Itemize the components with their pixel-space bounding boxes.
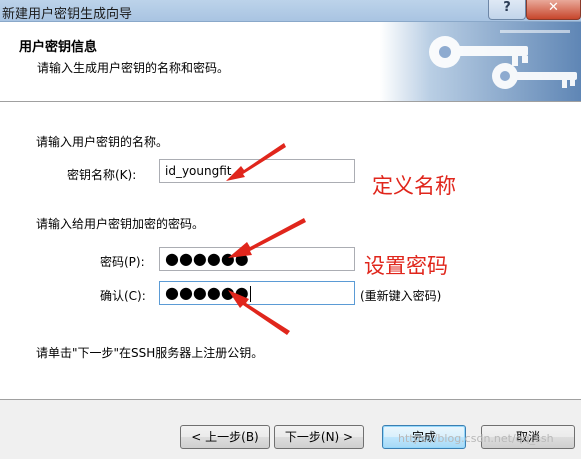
password-input[interactable]: ●●●●●● xyxy=(159,247,355,271)
confirm-password-input[interactable]: ●●●●●● xyxy=(159,281,355,305)
confirm-hint: (重新键入密码) xyxy=(360,289,442,303)
watermark-text: https://blog.csdn.net/qq_ssh xyxy=(398,432,554,445)
close-button[interactable]: ✕ xyxy=(526,0,581,20)
text-caret xyxy=(249,285,251,302)
window-title: 新建用户密钥生成向导 xyxy=(2,7,133,22)
password-label: 密码(P): xyxy=(100,255,145,269)
back-button[interactable]: < 上一步(B) xyxy=(180,425,270,449)
next-button[interactable]: 下一步(N) > xyxy=(274,425,364,449)
page-subtitle: 请输入生成用户密钥的名称和密码。 xyxy=(37,61,230,75)
keys-icon xyxy=(380,22,581,101)
annotation-set-password: 设置密码 xyxy=(364,254,448,278)
title-bar: 新建用户密钥生成向导 ? ✕ xyxy=(0,0,581,22)
password-prompt: 请输入给用户密钥加密的密码。 xyxy=(36,217,205,231)
confirm-password-value: ●●●●●● xyxy=(165,283,249,302)
help-button[interactable]: ? xyxy=(488,0,526,20)
instruction-text: 请单击"下一步"在SSH服务器上注册公钥。 xyxy=(36,346,264,360)
annotation-define-name: 定义名称 xyxy=(372,174,456,198)
confirm-label: 确认(C): xyxy=(100,289,146,303)
key-name-input[interactable]: id_youngfit xyxy=(159,159,355,183)
page-title: 用户密钥信息 xyxy=(19,40,98,55)
name-prompt: 请输入用户密钥的名称。 xyxy=(36,135,169,149)
key-name-label: 密钥名称(K): xyxy=(67,168,137,182)
wizard-header: 用户密钥信息 请输入生成用户密钥的名称和密码。 xyxy=(0,22,581,102)
